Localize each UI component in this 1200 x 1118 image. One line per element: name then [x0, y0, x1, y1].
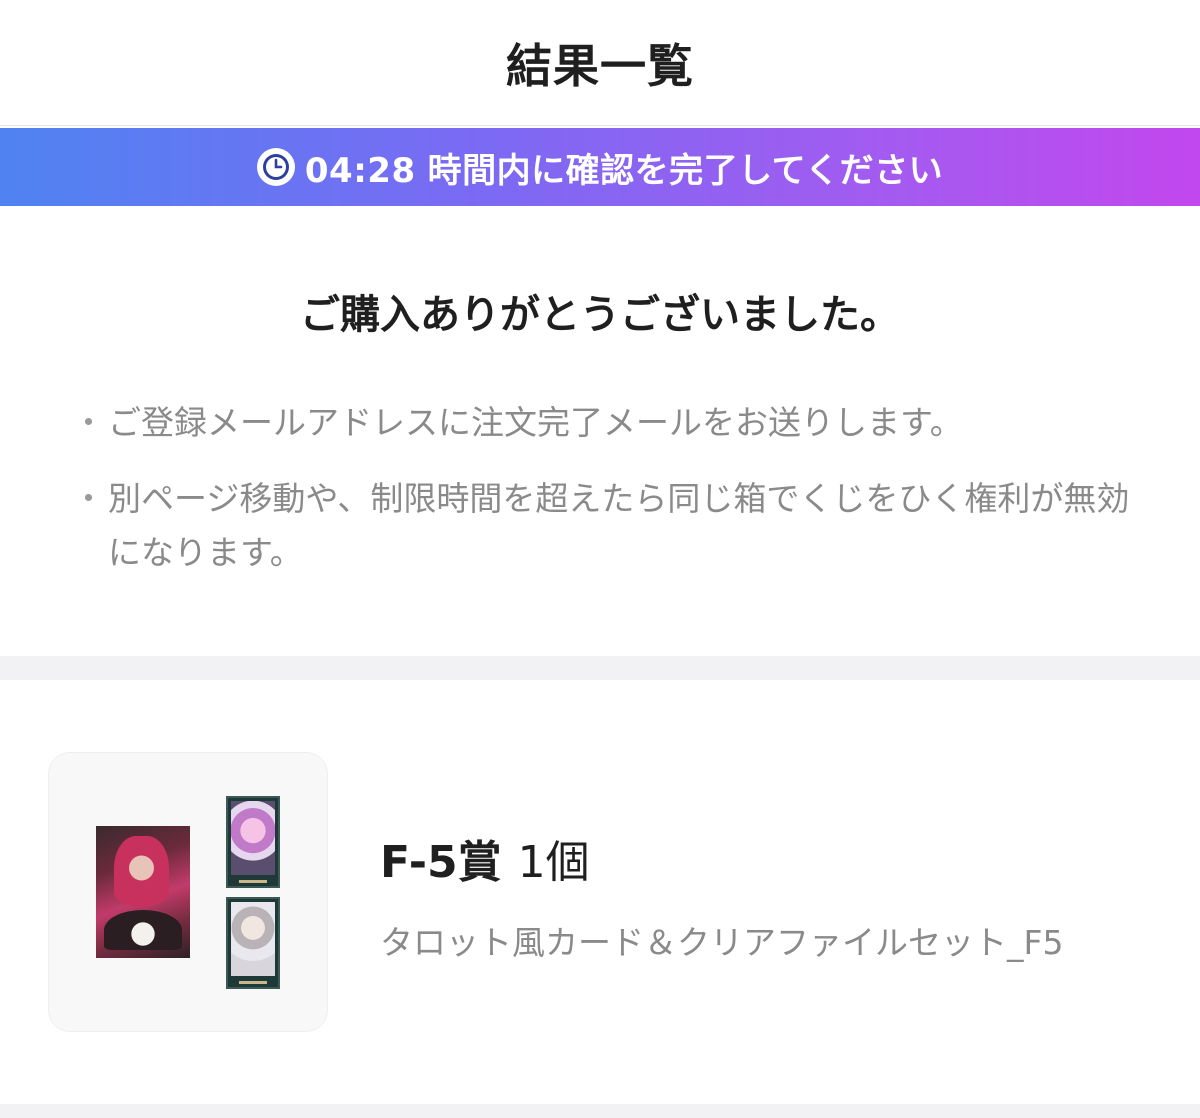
- prize-description: タロット風カード＆クリアファイルセット_F5: [380, 923, 1064, 962]
- page-header: 結果一覧: [0, 0, 1200, 126]
- bullet-icon: ・: [72, 479, 105, 518]
- bullet-icon: ・: [72, 403, 105, 442]
- prize-quantity: 1個: [517, 837, 590, 888]
- notice-item: ・ ご登録メールアドレスに注文完了メールをお送りします。: [68, 396, 1148, 450]
- notice-item: ・ 別ページ移動や、制限時間を超えたら同じ箱でくじをひく権利が無効になります。: [68, 472, 1148, 580]
- countdown-time: 04:28: [304, 150, 416, 191]
- notice-list: ・ ご登録メールアドレスに注文完了メールをお送りします。 ・ 別ページ移動や、制…: [68, 396, 1148, 602]
- prize-name: F-5賞: [380, 837, 502, 888]
- notice-text: ご登録メールアドレスに注文完了メールをお送りします。: [108, 403, 963, 442]
- prize-thumbnail[interactable]: [48, 752, 328, 1032]
- card-caption-judgement: [239, 980, 267, 984]
- card-caption-devil: [239, 879, 267, 883]
- countdown-banner: 04:28 時間内に確認を完了してください: [0, 128, 1200, 206]
- prize-title: F-5賞 1個: [380, 826, 590, 890]
- countdown-message: 時間内に確認を完了してください: [427, 150, 944, 191]
- tarot-card-devil-image: [226, 796, 280, 888]
- tarot-card-judgement-image: [226, 897, 280, 989]
- page-title: 結果一覧: [506, 38, 694, 93]
- thank-you-heading: ご購入ありがとうございました。: [300, 292, 900, 338]
- clear-file-image: [96, 826, 190, 958]
- clock-icon: [256, 148, 295, 186]
- section-divider: [0, 656, 1200, 680]
- section-divider: [0, 1104, 1200, 1118]
- notice-text: 別ページ移動や、制限時間を超えたら同じ箱でくじをひく権利が無効になります。: [108, 479, 1130, 572]
